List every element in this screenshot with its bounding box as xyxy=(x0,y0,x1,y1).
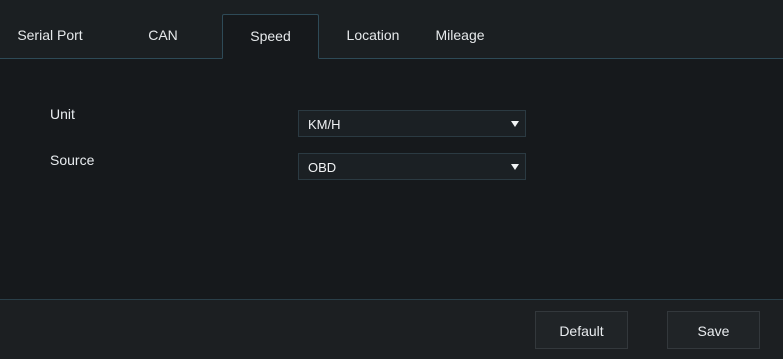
tab-can[interactable]: CAN xyxy=(138,14,188,58)
unit-select[interactable]: KM/H xyxy=(298,110,526,137)
dropdown-arrow-icon xyxy=(511,164,519,170)
default-button[interactable]: Default xyxy=(535,311,628,349)
tab-bar: Serial Port CAN Speed Location Mileage xyxy=(0,0,783,59)
tab-location[interactable]: Location xyxy=(336,14,410,58)
source-select-value: OBD xyxy=(308,160,337,175)
save-button[interactable]: Save xyxy=(667,311,760,349)
unit-select-value: KM/H xyxy=(308,117,341,132)
tab-serial-port[interactable]: Serial Port xyxy=(8,14,92,58)
unit-label: Unit xyxy=(50,106,75,122)
dropdown-arrow-icon xyxy=(511,121,519,127)
tab-mileage[interactable]: Mileage xyxy=(424,14,496,58)
source-label: Source xyxy=(50,152,95,168)
speed-settings-panel: Serial Port CAN Speed Location Mileage U… xyxy=(0,0,783,359)
footer-bar xyxy=(0,300,783,359)
tab-speed[interactable]: Speed xyxy=(222,14,319,59)
source-select[interactable]: OBD xyxy=(298,153,526,180)
